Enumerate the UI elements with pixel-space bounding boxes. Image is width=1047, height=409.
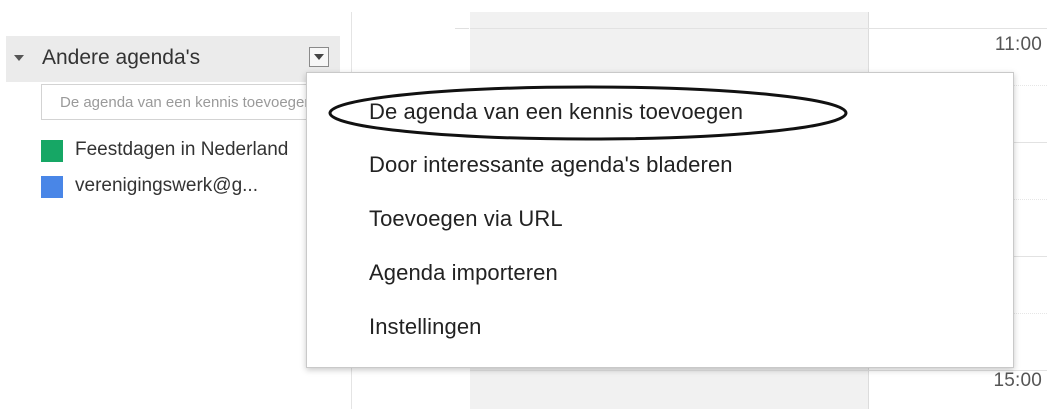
calendar-label: verenigingswerk@g... xyxy=(75,175,258,196)
menu-item-add-friend-calendar[interactable]: De agenda van een kennis toevoegen xyxy=(307,87,1013,137)
calendar-color-swatch xyxy=(41,176,63,198)
section-title: Andere agenda's xyxy=(42,46,201,69)
menu-item-add-by-url[interactable]: Toevoegen via URL xyxy=(307,194,1013,244)
menu-item-label: Toevoegen via URL xyxy=(369,206,563,231)
collapse-caret-icon[interactable] xyxy=(14,55,24,61)
menu-item-import-calendar[interactable]: Agenda importeren xyxy=(307,248,1013,298)
calendar-color-swatch xyxy=(41,140,63,162)
dropdown-arrow-icon xyxy=(314,54,324,60)
menu-item-browse-calendars[interactable]: Door interessante agenda's bladeren xyxy=(307,140,1013,190)
sidebar: Andere agenda's Feestdagen in Nederland … xyxy=(0,0,351,409)
other-calendars-dropdown-menu: De agenda van een kennis toevoegen Door … xyxy=(306,72,1014,368)
menu-item-label: Instellingen xyxy=(369,314,482,339)
time-label: 15:00 xyxy=(993,370,1042,391)
menu-item-label: De agenda van een kennis toevoegen xyxy=(369,99,744,124)
other-calendars-header[interactable]: Andere agenda's xyxy=(6,36,340,82)
menu-item-settings[interactable]: Instellingen xyxy=(307,302,1013,352)
menu-item-label: Agenda importeren xyxy=(369,260,558,285)
hour-line xyxy=(470,28,1047,29)
time-label: 11:00 xyxy=(994,34,1042,55)
calendar-label: Feestdagen in Nederland xyxy=(75,139,289,160)
hour-tick xyxy=(455,28,469,29)
menu-item-label: Door interessante agenda's bladeren xyxy=(369,152,733,177)
other-calendars-menu-button[interactable] xyxy=(309,47,329,67)
add-friend-calendar-input[interactable] xyxy=(41,84,331,120)
